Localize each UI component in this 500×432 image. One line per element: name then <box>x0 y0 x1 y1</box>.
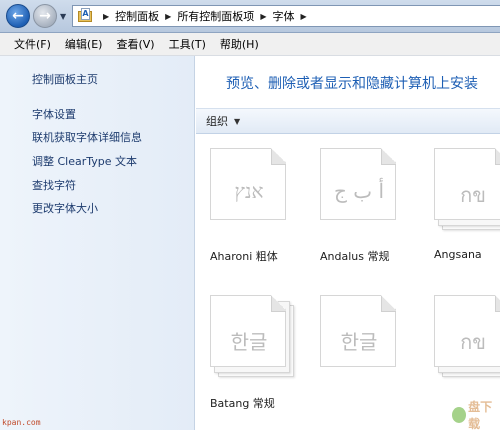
font-family-icon: กข <box>434 148 500 230</box>
font-family-icon: กข <box>434 295 500 377</box>
watermark-text: kpan.com <box>2 418 41 427</box>
control-panel-home-link[interactable]: 控制面板主页 <box>32 71 98 87</box>
back-button[interactable]: ← <box>6 4 30 28</box>
font-family-icon: 한글 <box>210 295 296 377</box>
breadcrumb-arrow-icon[interactable]: ▶ <box>260 12 266 21</box>
arrow-left-icon: ← <box>12 8 24 24</box>
adjust-cleartype-link[interactable]: 调整 ClearType 文本 <box>32 153 137 169</box>
font-name: Aharoni 粗体 <box>210 250 278 263</box>
breadcrumb-control-panel[interactable]: 控制面板 <box>115 8 159 24</box>
control-panel-fonts-icon: A <box>77 8 93 24</box>
font-name: Angsana <box>434 248 482 261</box>
menu-edit[interactable]: 编辑(E) <box>65 36 103 52</box>
breadcrumb-arrow-icon[interactable]: ▶ <box>103 12 109 21</box>
breadcrumb-fonts[interactable]: 字体 <box>272 8 294 24</box>
menu-view[interactable]: 查看(V) <box>116 36 154 52</box>
chevron-down-icon[interactable]: ▼ <box>234 117 240 126</box>
font-list: אנץ Aharoni 粗体 أ ب ج Andalus 常规 กข Angsa… <box>196 135 500 430</box>
change-font-size-link[interactable]: 更改字体大小 <box>32 200 98 216</box>
organize-button[interactable]: 组织 <box>206 113 228 129</box>
page-title: 预览、删除或者显示和隐藏计算机上安装 <box>226 76 478 92</box>
watermark-logo: 盘下载 <box>452 400 500 431</box>
font-name: Andalus 常规 <box>320 250 390 263</box>
command-bar: 组织 ▼ <box>196 108 500 134</box>
task-pane: 控制面板主页 字体设置 联机获取字体详细信息 调整 ClearType 文本 查… <box>0 56 195 430</box>
menu-file[interactable]: 文件(F) <box>14 36 51 52</box>
address-box[interactable]: A ▶ 控制面板 ▶ 所有控制面板项 ▶ 字体 ▶ <box>72 5 500 27</box>
font-file-icon: أ ب ج <box>320 148 406 226</box>
forward-button[interactable]: → <box>33 4 57 28</box>
font-settings-link[interactable]: 字体设置 <box>32 106 76 122</box>
font-file-icon: אנץ <box>210 148 296 226</box>
font-file-icon: 한글 <box>320 295 406 373</box>
menu-tools[interactable]: 工具(T) <box>169 36 206 52</box>
menu-help[interactable]: 帮助(H) <box>220 36 259 52</box>
recent-pages-dropdown[interactable]: ▼ <box>60 12 66 21</box>
find-character-link[interactable]: 查找字符 <box>32 177 76 193</box>
watermark-icon <box>452 407 467 423</box>
watermark-label: 盘下载 <box>468 400 493 431</box>
breadcrumb-arrow-icon[interactable]: ▶ <box>300 12 306 21</box>
breadcrumb-arrow-icon[interactable]: ▶ <box>165 12 171 21</box>
arrow-right-icon: → <box>39 8 51 24</box>
get-font-info-online-link[interactable]: 联机获取字体详细信息 <box>32 129 142 145</box>
font-name: Batang 常规 <box>210 397 275 410</box>
breadcrumb-all-items[interactable]: 所有控制面板项 <box>177 8 254 24</box>
menu-bar: 文件(F) 编辑(E) 查看(V) 工具(T) 帮助(H) <box>0 33 500 56</box>
address-bar-row: ← → ▼ A ▶ 控制面板 ▶ 所有控制面板项 ▶ 字体 ▶ <box>0 0 500 33</box>
